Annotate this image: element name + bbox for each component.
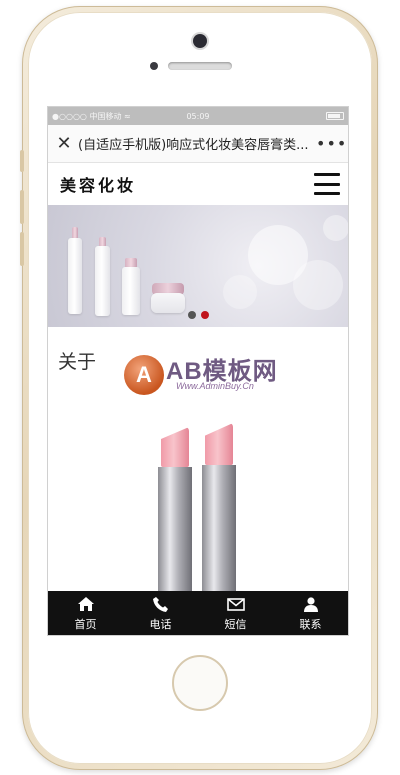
home-icon [77, 594, 94, 614]
slider-dot-active[interactable] [201, 311, 209, 319]
earpiece-speaker [168, 62, 232, 70]
tab-sms[interactable]: 短信 [198, 591, 273, 635]
page-title: (自适应手机版)响应式化妆美容唇膏类... [78, 138, 309, 153]
site-logo[interactable]: 美容化妆 [60, 172, 136, 196]
phone-screen: ●○○○○ 中国移动 ≈ 05:09 ✕ (自适应手机版)响应式化妆美容唇膏类.… [47, 106, 349, 636]
hero-banner[interactable] [48, 205, 348, 327]
watermark-badge: A [124, 355, 164, 395]
close-icon[interactable]: ✕ [54, 125, 74, 163]
tab-contact[interactable]: 联系 [273, 591, 348, 635]
site-header: 美容化妆 [48, 163, 348, 205]
mute-switch [20, 150, 24, 172]
status-bar: ●○○○○ 中国移动 ≈ 05:09 [48, 107, 348, 125]
front-camera-icon [193, 34, 207, 48]
user-icon [303, 594, 318, 614]
battery-icon [326, 112, 344, 120]
tab-label: 短信 [224, 618, 247, 631]
about-section: 关于 A AB模板网 Www.AdminBuy.Cn [48, 327, 348, 597]
tab-home[interactable]: 首页 [48, 591, 123, 635]
browser-title-bar: ✕ (自适应手机版)响应式化妆美容唇膏类... ••• [48, 125, 348, 163]
volume-down-button [20, 232, 24, 266]
section-title: 关于 [58, 351, 97, 373]
phone-icon [153, 594, 168, 614]
envelope-icon [226, 594, 245, 614]
home-button[interactable] [172, 655, 228, 711]
watermark-logo: A AB模板网 Www.AdminBuy.Cn [124, 349, 284, 405]
tab-label: 联系 [299, 618, 322, 631]
tab-label: 电话 [149, 618, 172, 631]
tab-phone[interactable]: 电话 [123, 591, 198, 635]
status-time: 05:09 [186, 111, 210, 121]
slider-dots [188, 311, 209, 319]
volume-up-button [20, 190, 24, 224]
watermark-url: Www.AdminBuy.Cn [176, 381, 254, 391]
lipstick-image-left [158, 427, 192, 597]
tab-label: 首页 [74, 618, 97, 631]
bottom-tab-bar: 首页 电话 短信 联系 [48, 591, 348, 635]
lipstick-image-right [202, 423, 236, 597]
hamburger-menu-icon[interactable] [314, 173, 340, 195]
slider-dot[interactable] [188, 311, 196, 319]
proximity-sensor-icon [150, 62, 158, 70]
more-icon[interactable]: ••• [316, 134, 346, 153]
